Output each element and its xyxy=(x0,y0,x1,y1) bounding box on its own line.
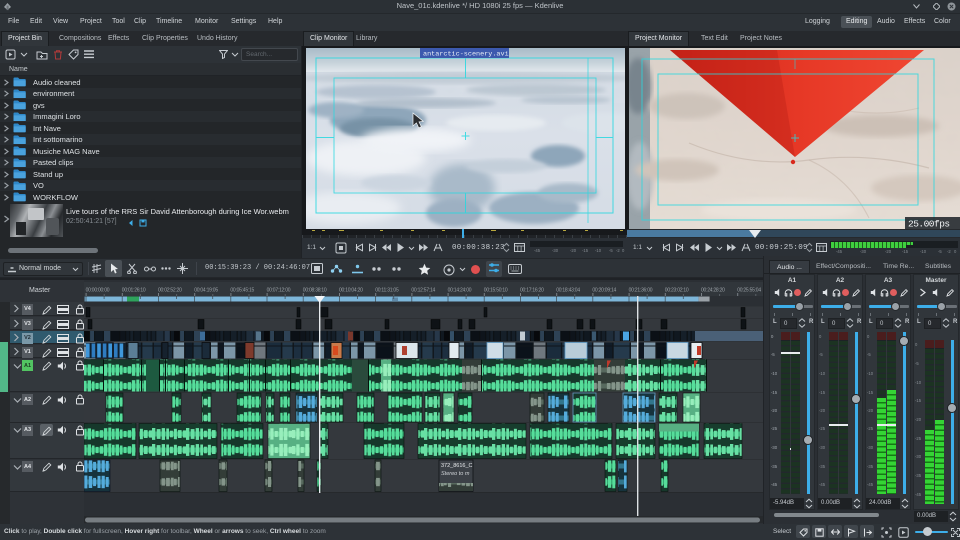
svg-text:00:23:02:10: 00:23:02:10 xyxy=(665,288,689,294)
svg-text:00:11:31:05: 00:11:31:05 xyxy=(375,288,399,294)
svg-text:00:18:43:04: 00:18:43:04 xyxy=(556,288,580,294)
svg-text:25.00fps: 25.00fps xyxy=(908,219,950,230)
svg-text:00:12:57:14: 00:12:57:14 xyxy=(411,288,435,294)
svg-text:00:17:16:20: 00:17:16:20 xyxy=(520,288,544,294)
svg-text:00:15:50:10: 00:15:50:10 xyxy=(484,288,508,294)
svg-text:372_8616_C: 372_8616_C xyxy=(441,463,473,469)
svg-text:00:00:00:00: 00:00:00:00 xyxy=(86,288,110,294)
svg-text:00:14:24:00: 00:14:24:00 xyxy=(448,288,472,294)
svg-text:00:08:38:10: 00:08:38:10 xyxy=(303,288,327,294)
svg-text:00:10:04:20: 00:10:04:20 xyxy=(339,288,363,294)
svg-text:00:01:26:10: 00:01:26:10 xyxy=(122,288,146,294)
svg-text:00:05:45:15: 00:05:45:15 xyxy=(230,288,254,294)
svg-text:00:25:55:04: 00:25:55:04 xyxy=(737,288,761,294)
svg-text:00:24:28:20: 00:24:28:20 xyxy=(701,288,725,294)
svg-text:Stereo to m: Stereo to m xyxy=(441,471,470,477)
svg-text:00:20:09:14: 00:20:09:14 xyxy=(592,288,616,294)
svg-text:00:21:36:00: 00:21:36:00 xyxy=(629,288,653,294)
svg-text:00:02:52:20: 00:02:52:20 xyxy=(158,288,182,294)
svg-text:antarctic-scenery.avi: antarctic-scenery.avi xyxy=(423,51,509,59)
svg-text:00:04:19:05: 00:04:19:05 xyxy=(194,288,218,294)
svg-text:00:07:12:00: 00:07:12:00 xyxy=(267,288,291,294)
